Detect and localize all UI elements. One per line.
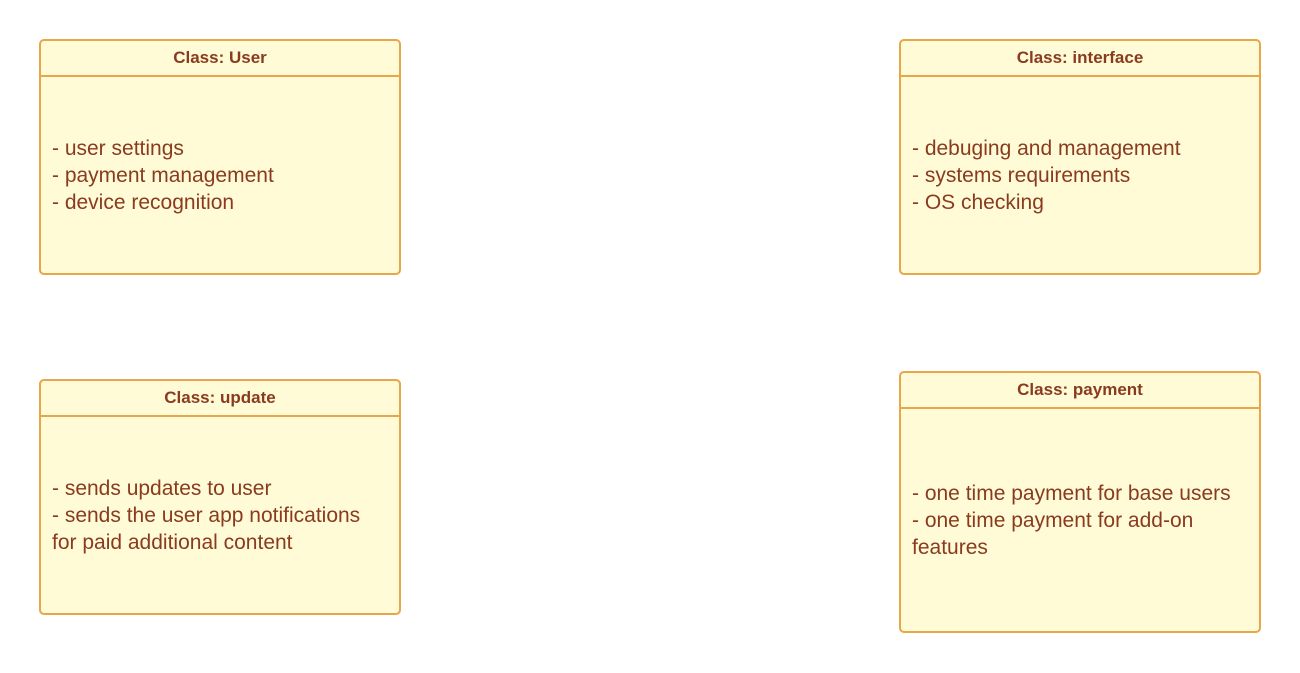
class-title: Class: User — [41, 41, 399, 77]
class-box-update[interactable]: Class: update - sends updates to user - … — [39, 379, 401, 615]
class-body: - user settings - payment management - d… — [41, 77, 399, 273]
class-body: - one time payment for base users - one … — [901, 409, 1259, 631]
class-box-interface[interactable]: Class: interface - debuging and manageme… — [899, 39, 1261, 275]
class-box-payment[interactable]: Class: payment - one time payment for ba… — [899, 371, 1261, 633]
class-members: - one time payment for base users - one … — [912, 481, 1231, 559]
class-body: - sends updates to user - sends the user… — [41, 417, 399, 613]
class-members: - sends updates to user - sends the user… — [52, 476, 361, 554]
class-title: Class: update — [41, 381, 399, 417]
class-title: Class: interface — [901, 41, 1259, 77]
class-members: - debuging and management - systems requ… — [912, 136, 1181, 214]
class-title: Class: payment — [901, 373, 1259, 409]
class-body: - debuging and management - systems requ… — [901, 77, 1259, 273]
class-members: - user settings - payment management - d… — [52, 136, 274, 214]
class-box-user[interactable]: Class: User - user settings - payment ma… — [39, 39, 401, 275]
